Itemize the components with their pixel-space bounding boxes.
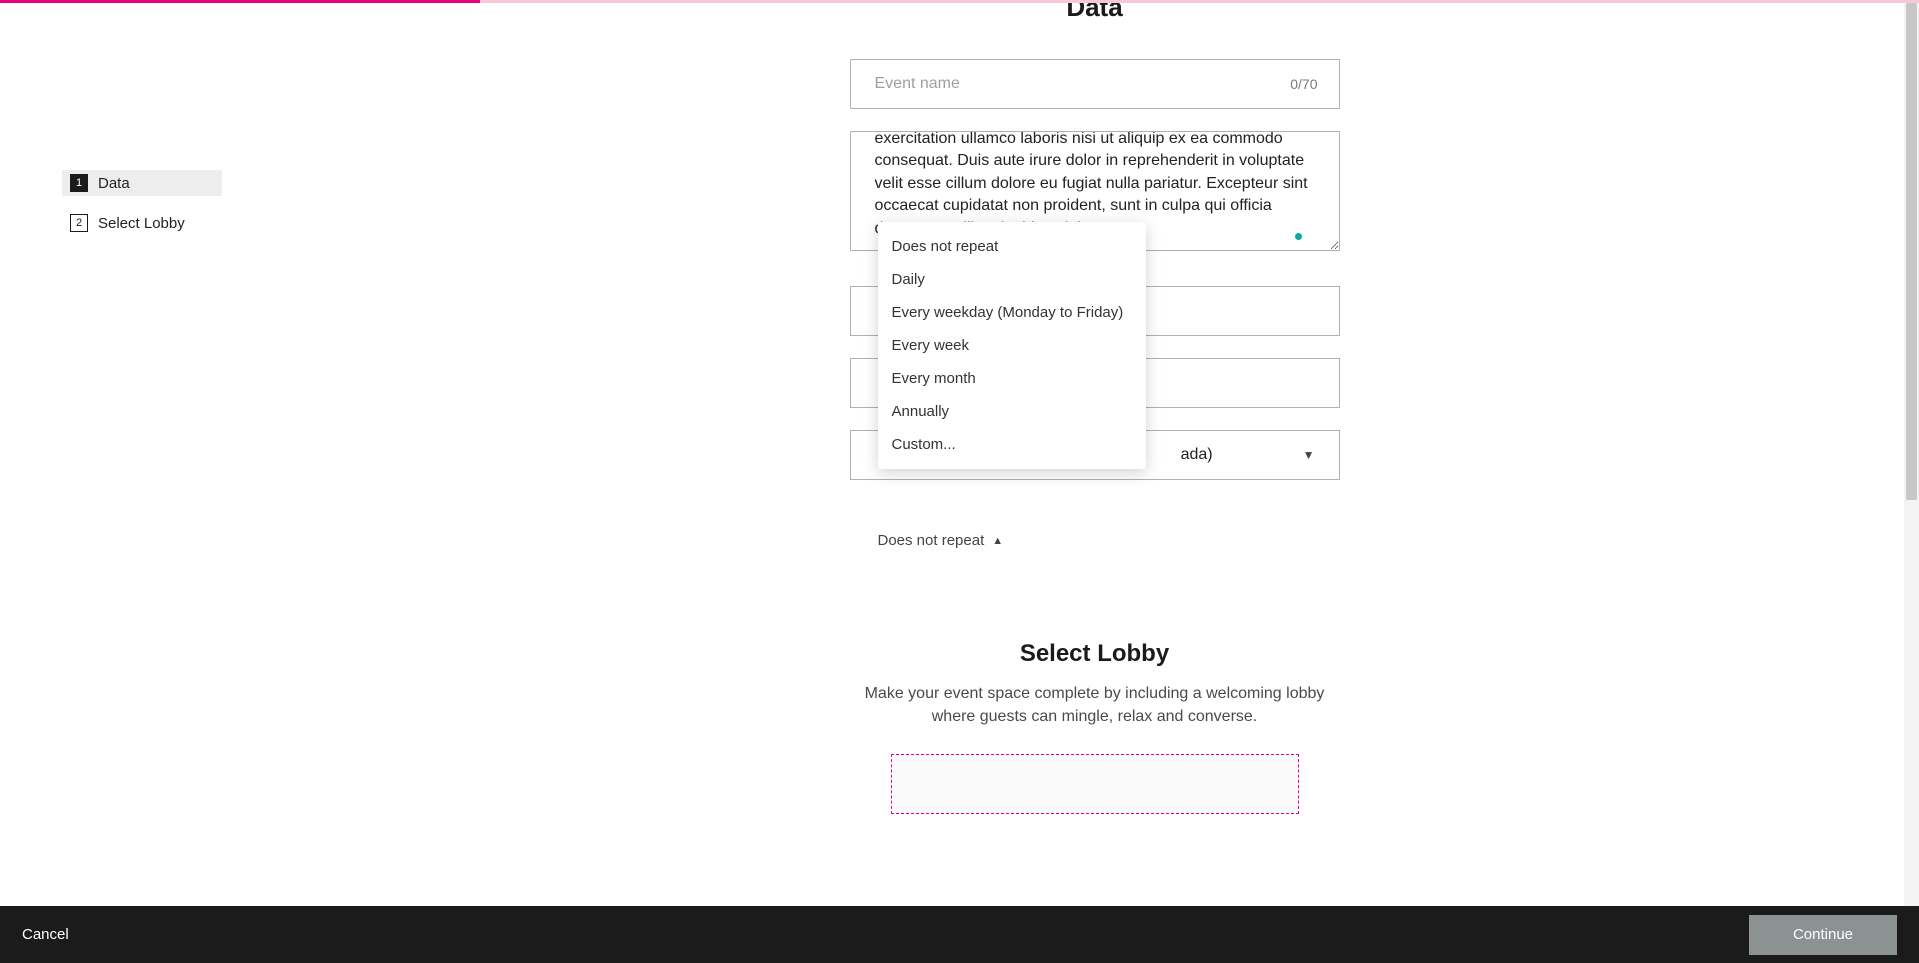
sidebar-step-data[interactable]: 1 Data [62,170,222,196]
step-number: 1 [70,174,88,192]
chevron-down-icon: ▼ [1303,448,1315,462]
step-label: Data [98,175,130,192]
repeat-option-weekday[interactable]: Every weekday (Monday to Friday) [878,296,1146,329]
repeat-dropdown-trigger[interactable]: Does not repeat ▲ [878,532,1004,549]
footer-bar: Cancel Continue [0,906,1919,963]
lobby-dropzone[interactable] [891,754,1299,814]
scrollbar-thumb[interactable] [1906,3,1917,500]
event-name-field-wrap: 0/70 [850,59,1340,109]
lobby-subtitle: Make your event space complete by includ… [855,682,1335,728]
repeat-dropdown-menu: Does not repeat Daily Every weekday (Mon… [878,222,1146,469]
sidebar-step-select-lobby[interactable]: 2 Select Lobby [62,210,222,236]
page-scrollbar[interactable] [1904,3,1919,906]
wizard-sidebar: 1 Data 2 Select Lobby [0,0,270,873]
repeat-option-no-repeat[interactable]: Does not repeat [878,230,1146,263]
section-title-lobby: Select Lobby [835,640,1355,668]
repeat-option-annually[interactable]: Annually [878,395,1146,428]
repeat-option-weekly[interactable]: Every week [878,329,1146,362]
caret-up-icon: ▲ [992,535,1003,547]
section-title-data: Data [850,0,1340,23]
main-content: Data 0/70 ada) [270,0,1919,873]
repeat-selected-label: Does not repeat [878,532,985,549]
progress-fill [0,0,480,3]
repeat-option-monthly[interactable]: Every month [878,362,1146,395]
step-number: 2 [70,214,88,232]
cancel-button[interactable]: Cancel [22,926,69,943]
continue-button[interactable]: Continue [1749,915,1897,955]
event-name-input[interactable] [850,59,1340,109]
repeat-option-daily[interactable]: Daily [878,263,1146,296]
progress-track [0,0,1919,3]
step-label: Select Lobby [98,215,185,232]
select-lobby-section: Select Lobby Make your event space compl… [835,640,1355,814]
timezone-value: ada) [1181,446,1213,464]
repeat-option-custom[interactable]: Custom... [878,428,1146,461]
